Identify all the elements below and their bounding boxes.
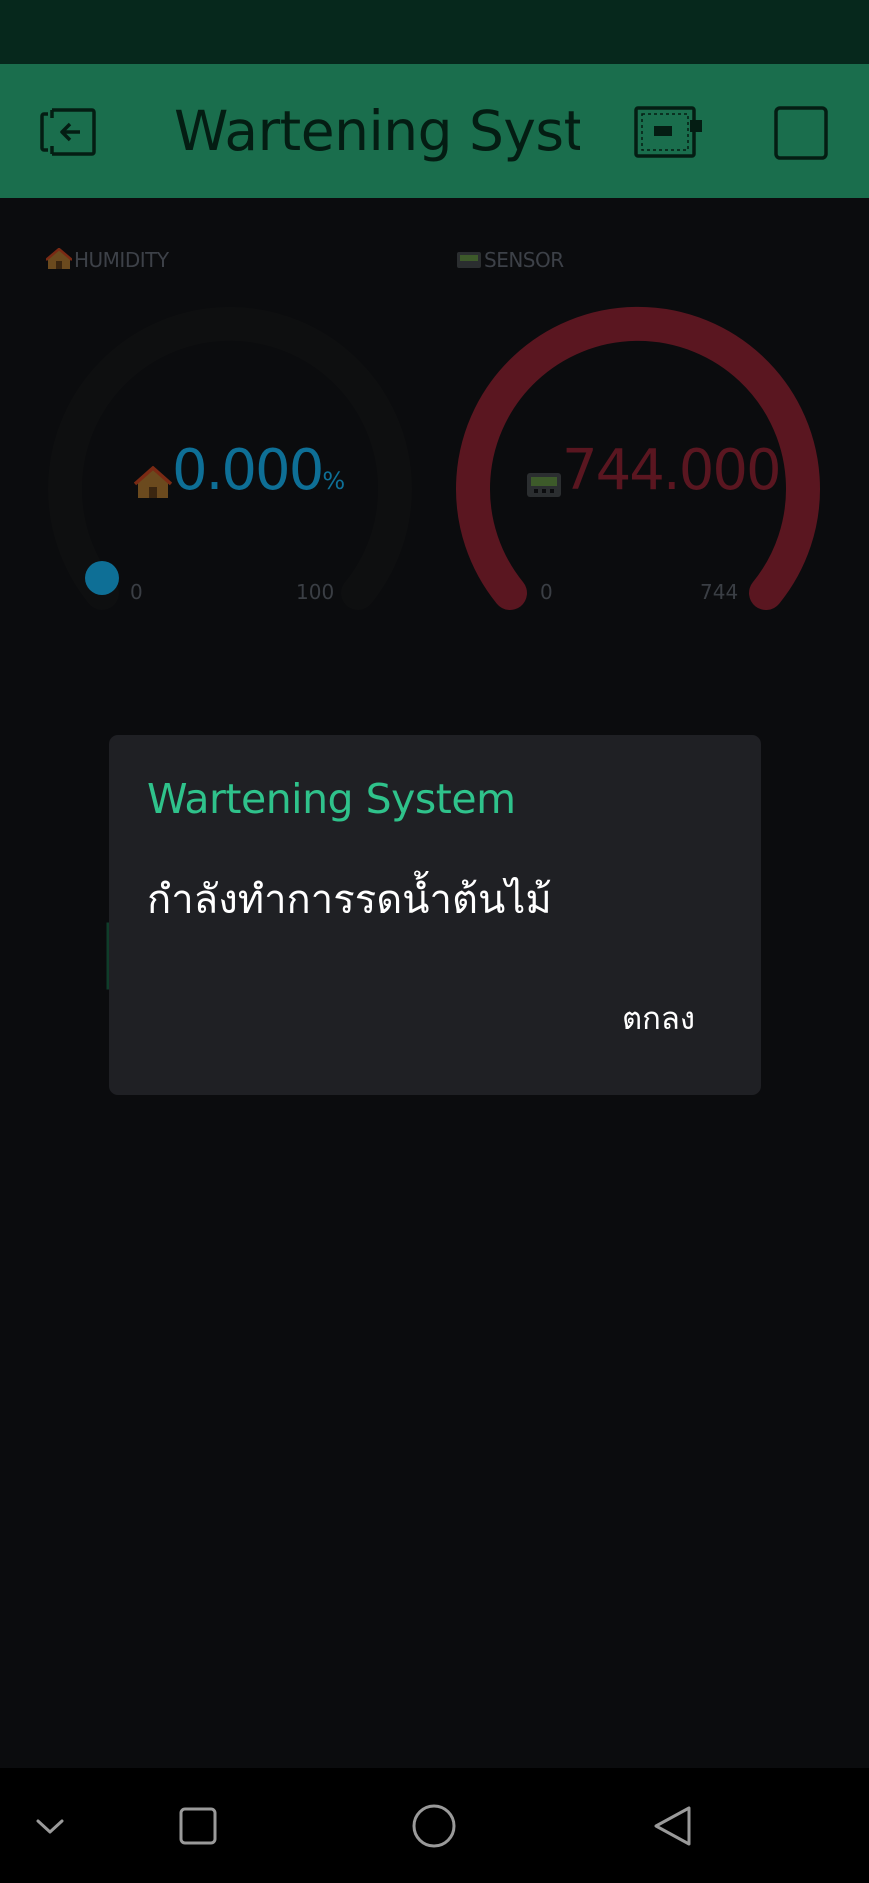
app-header: Wartening System	[0, 64, 869, 198]
sensor-min: 0	[540, 580, 553, 604]
status-bar	[0, 0, 869, 64]
device-icon[interactable]	[634, 106, 706, 158]
pager-icon	[526, 472, 562, 502]
ok-button[interactable]: ตกลง	[622, 993, 695, 1043]
square-icon[interactable]	[774, 106, 828, 160]
dashboard: HUMIDITY 0.000% 0 100 SENSOR 744.000 0 7…	[0, 198, 869, 1768]
house-icon	[133, 465, 173, 504]
chevron-down-icon[interactable]	[20, 1768, 80, 1883]
sensor-value: 744.000	[562, 438, 782, 503]
dialog-title: Wartening System	[147, 775, 516, 823]
back-icon[interactable]	[644, 1768, 700, 1883]
humidity-max: 100	[296, 580, 335, 604]
page-title: Wartening System	[174, 99, 580, 163]
exit-icon[interactable]	[38, 104, 98, 160]
sensor-max: 744	[700, 580, 739, 604]
humidity-value: 0.000%	[172, 438, 346, 503]
dialog-message: กำลังทำการรดน้ำต้นไม้	[147, 877, 552, 923]
humidity-unit: %	[322, 467, 346, 495]
pager-icon	[456, 250, 482, 272]
navigation-bar	[0, 1768, 869, 1883]
humidity-gauge-knob	[85, 561, 119, 595]
humidity-min: 0	[130, 580, 143, 604]
alert-dialog: Wartening System กำลังทำการรดน้ำต้นไม้ ต…	[109, 735, 761, 1095]
home-icon[interactable]	[406, 1768, 462, 1883]
humidity-label: HUMIDITY	[45, 247, 169, 272]
sensor-label: SENSOR	[456, 248, 564, 272]
house-icon	[45, 247, 73, 272]
recents-icon[interactable]	[170, 1768, 226, 1883]
